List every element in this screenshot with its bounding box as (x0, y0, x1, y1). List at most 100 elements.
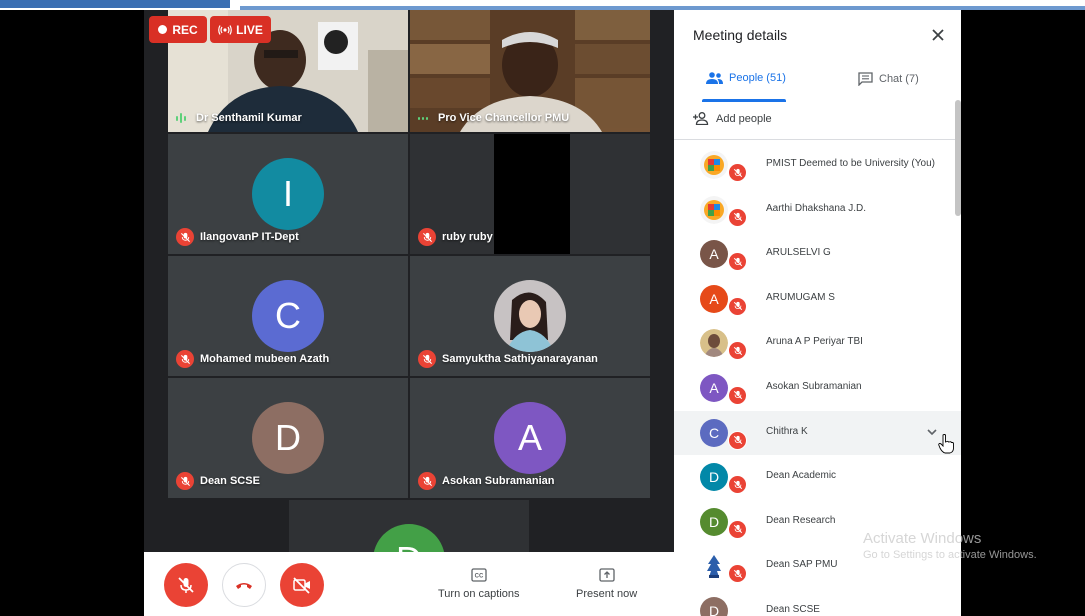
mic-off-icon (728, 252, 747, 272)
present-screen-icon (598, 568, 615, 582)
panel-scrollbar[interactable] (955, 100, 961, 216)
mic-off-icon (418, 472, 436, 490)
participant-name: Asokan Subramanian (766, 380, 862, 392)
participant-name: Dean SAP PMU (766, 559, 838, 571)
panel-title: Meeting details (693, 27, 788, 43)
active-tab-indicator (702, 99, 786, 102)
hand-cursor-icon (938, 434, 954, 454)
mic-off-icon (728, 341, 747, 361)
participant-row[interactable]: D Dean SCSE (674, 589, 961, 616)
call-controls-bar: CC Turn on captions Present now (144, 552, 674, 616)
avatar: D (252, 402, 324, 474)
tile-name-label: Dean SCSE (176, 472, 260, 490)
recording-badge: REC (149, 16, 207, 43)
mic-off-icon (728, 207, 747, 227)
participant-row[interactable]: A ARUMUGAM S (674, 277, 961, 322)
present-now-button[interactable]: Present now (576, 568, 637, 600)
mic-off-icon (418, 228, 436, 246)
participant-tile[interactable]: D Dean SCSE (168, 378, 408, 498)
record-dot-icon (158, 25, 168, 34)
participant-tile[interactable]: Samyuktha Sathiyanarayanan (410, 256, 650, 376)
add-people-label: Add people (716, 112, 772, 125)
avatar: C (700, 418, 728, 447)
participant-row[interactable]: C Chithra K (674, 410, 961, 456)
camera-toggle-button[interactable] (280, 563, 324, 607)
mic-off-icon (728, 163, 747, 182)
participant-name: Dean SCSE (766, 603, 820, 615)
tile-name-label: Pro Vice Chancellor PMU (418, 112, 569, 124)
tile-name-label: Asokan Subramanian (418, 472, 554, 490)
participant-name: Dr Senthamil Kumar (196, 112, 302, 124)
meeting-details-panel: Meeting details People (51) Chat (7) Add… (674, 10, 961, 616)
mic-off-icon (178, 577, 194, 593)
live-broadcast-icon (218, 24, 233, 35)
participant-row[interactable]: D Dean Academic (674, 455, 961, 500)
tab-chat[interactable]: Chat (7) (858, 72, 919, 86)
avatar: I (252, 158, 324, 230)
add-people-button[interactable]: Add people (693, 112, 772, 125)
close-icon[interactable] (929, 26, 947, 44)
participant-row[interactable]: A ARULSELVI G (674, 232, 961, 277)
tab-people[interactable]: People (51) (706, 72, 786, 84)
participant-tile[interactable]: C Mohamed mubeen Azath (168, 256, 408, 376)
participant-name: ARUMUGAM S (766, 291, 835, 303)
chevron-down-icon[interactable] (925, 425, 939, 439)
participant-tile[interactable]: A Asokan Subramanian (410, 378, 650, 498)
closed-captions-icon: CC (471, 568, 487, 582)
participant-row[interactable]: Aruna A P Periyar TBI (674, 321, 961, 366)
mic-off-icon (418, 350, 436, 368)
mic-off-icon (728, 296, 747, 316)
mic-off-icon (176, 228, 194, 246)
participant-tile[interactable]: I IlangovanP IT-Dept (168, 134, 408, 254)
mic-off-icon (728, 564, 747, 584)
participant-row[interactable]: PMIST Deemed to be University (You) (674, 143, 961, 188)
mic-off-icon (728, 385, 747, 405)
avatar: A (494, 402, 566, 474)
mic-off-icon (176, 350, 194, 368)
mic-off-icon (728, 475, 747, 495)
tile-name-label: IlangovanP IT-Dept (176, 228, 299, 246)
hang-up-icon (236, 583, 252, 589)
participant-row[interactable]: Aarthi Dhakshana J.D. (674, 188, 961, 233)
window-top-strip (0, 0, 1085, 10)
participant-name: Mohamed mubeen Azath (200, 353, 330, 365)
participant-name: Dean Research (766, 514, 836, 526)
svg-text:CC: CC (474, 574, 483, 580)
tab-people-label: People (51) (729, 72, 786, 84)
participant-name: Asokan Subramanian (442, 475, 555, 487)
live-badge: LIVE (210, 16, 271, 43)
avatar: A (700, 373, 728, 402)
present-label: Present now (576, 588, 638, 600)
tile-name-label: Samyuktha Sathiyanarayanan (418, 350, 598, 368)
leave-call-button[interactable] (222, 563, 266, 607)
speaking-indicator-icon (176, 112, 190, 124)
captions-button[interactable]: CC Turn on captions (438, 568, 520, 600)
participant-name: ruby ruby (442, 231, 493, 243)
organization-logo-avatar (700, 552, 728, 581)
add-person-icon (693, 112, 709, 125)
participant-row[interactable]: A Asokan Subramanian (674, 366, 961, 411)
avatar: D (700, 596, 728, 616)
participant-tile[interactable]: Pro Vice Chancellor PMU (410, 10, 650, 132)
camera-off-icon (293, 577, 310, 594)
participant-tile[interactable]: ruby ruby (410, 134, 650, 254)
participant-name: Pro Vice Chancellor PMU (438, 112, 570, 124)
tab-chat-label: Chat (7) (879, 73, 919, 85)
avatar: D (700, 463, 728, 492)
window-tab-bar (0, 0, 230, 8)
blank-video (494, 134, 570, 254)
avatar: C (252, 280, 324, 352)
rec-label: REC (172, 22, 198, 37)
participant-name: PMIST Deemed to be University (You) (766, 158, 935, 169)
chat-icon (858, 72, 873, 86)
mic-off-icon (728, 430, 747, 450)
participant-tile[interactable]: D (289, 500, 529, 560)
university-logo-avatar (700, 195, 728, 224)
participant-name: ARULSELVI G (766, 247, 831, 259)
screen: Dr Senthamil Kumar Pro Vice Chancellor P… (0, 0, 1085, 616)
people-icon (706, 72, 723, 84)
divider (674, 139, 961, 140)
speaking-indicator-icon (418, 112, 432, 124)
participant-name: Aruna A P Periyar TBI (766, 336, 863, 348)
microphone-toggle-button[interactable] (164, 563, 208, 607)
